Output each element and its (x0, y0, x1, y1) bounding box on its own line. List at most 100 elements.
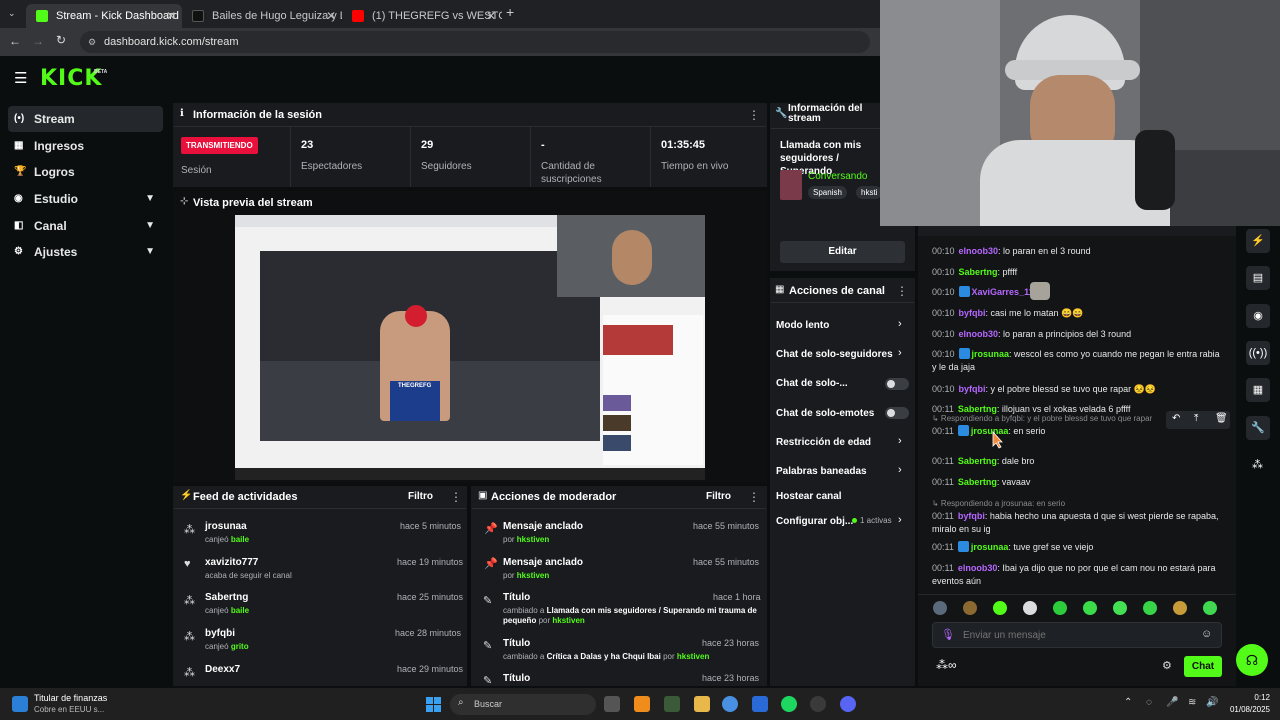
chevron-right-icon[interactable]: › (898, 347, 902, 359)
edit-stream-button[interactable]: Editar (780, 241, 905, 263)
chat-bubble-icon[interactable]: ◉ (1246, 304, 1270, 328)
store-icon[interactable] (752, 696, 768, 712)
chat-input-box[interactable]: 🎙 ☺ (932, 622, 1222, 648)
broadcast-icon[interactable]: ((•)) (1246, 341, 1270, 365)
chat-message[interactable]: 00:10 jrosunaa: wescol es como yo cuando … (932, 348, 1222, 374)
message-username[interactable]: byfqbi (958, 511, 985, 521)
wifi-icon[interactable]: ≋ (1188, 697, 1196, 708)
send-chat-button[interactable]: Chat (1184, 656, 1222, 677)
chat-message[interactable]: 00:10 byfqbi: y el pobre blessd se tuvo q… (932, 383, 1222, 396)
chat-message[interactable]: 00:10XaviGarres_11: (932, 286, 1222, 299)
message-username[interactable]: elnoob30 (958, 563, 998, 573)
feed-item-name[interactable]: Sabertng (205, 592, 248, 603)
emote-icon[interactable] (1143, 601, 1157, 615)
chrome-icon[interactable] (722, 696, 738, 712)
chevron-right-icon[interactable]: › (898, 464, 902, 476)
chat-message[interactable]: 00:11 jrosunaa: tuve gref se ve viejo (932, 541, 1222, 554)
tab-tiktok[interactable]: Bailes de Hugo Leguiza y Luis I ✕ (182, 4, 342, 28)
windows-start-icon[interactable] (426, 697, 442, 713)
close-tab-icon[interactable]: ✕ (326, 4, 336, 28)
emote-icon[interactable] (1023, 601, 1037, 615)
chat-message[interactable]: 00:10 elnoob30: lo paran a principios del… (932, 328, 1222, 341)
chevron-right-icon[interactable]: › (898, 435, 902, 447)
clock-date[interactable]: 01/08/2025 (1222, 705, 1270, 714)
tab-youtube[interactable]: (1) THEGREFG vs WESTCOL | LA ✕ (342, 4, 502, 28)
sidebar-item-estudio[interactable]: ◉ Estudio ▼ (8, 186, 163, 212)
followers-only-item[interactable]: Chat de solo-seguidores (776, 349, 893, 360)
sidebar-item-ajustes[interactable]: ⚙ Ajustes ▼ (8, 239, 163, 265)
reply-icon[interactable]: ↶ (1172, 413, 1180, 424)
obs-icon[interactable] (810, 696, 826, 712)
notes-icon[interactable]: ▤ (1246, 266, 1270, 290)
forward-icon[interactable]: → (32, 34, 44, 48)
emote-icon[interactable] (933, 601, 947, 615)
site-info-icon[interactable]: ⚙ (88, 31, 96, 53)
tab-kick-dashboard[interactable]: Stream - Kick Dashboard ✕ (26, 4, 182, 28)
chat-message[interactable]: 00:11 elnoob30: Ibai ya dijo que no por q… (932, 562, 1222, 588)
message-username[interactable]: byfqbi (959, 384, 986, 394)
configure-goals-item[interactable]: Configurar obj... (776, 516, 853, 527)
reload-icon[interactable]: ↻ (56, 33, 66, 47)
chat-input[interactable] (963, 626, 1183, 644)
session-more-icon[interactable]: ⋮ (748, 108, 760, 122)
mod-by[interactable]: hkstiven (517, 535, 549, 544)
chat-message[interactable]: 00:11 Sabertng: vavaav (932, 476, 1222, 489)
widget-title[interactable]: Titular de finanzas (34, 693, 107, 703)
activity-filter-button[interactable]: Filtro (408, 491, 433, 502)
sidebar-item-stream[interactable]: (•) Stream (8, 106, 163, 132)
url-field[interactable]: ⚙ dashboard.kick.com/stream (80, 31, 870, 53)
microphone-icon[interactable]: 🎙 (941, 628, 955, 641)
message-username[interactable]: elnoob30 (959, 246, 999, 256)
host-channel-item[interactable]: Hostear canal (776, 491, 842, 502)
mod-by[interactable]: hkstiven (552, 616, 584, 625)
spotify-icon[interactable] (781, 696, 797, 712)
kick-points-icon[interactable]: ⁂∞ (936, 658, 957, 672)
tray-chevron-icon[interactable]: ⌃ (1124, 697, 1132, 708)
message-username[interactable]: byfqbi (959, 308, 986, 318)
quick-action-icon[interactable]: ⚡ (1246, 229, 1270, 253)
feed-item-name[interactable]: jrosunaa (205, 521, 247, 532)
category-link[interactable]: Conversando (808, 171, 867, 182)
mod-by[interactable]: hkstiven (677, 652, 709, 661)
support-headset-icon[interactable]: ☊ (1236, 644, 1268, 676)
message-username[interactable]: jrosunaa (971, 542, 1009, 552)
chevron-right-icon[interactable]: › (898, 514, 902, 526)
taskbar-search-box[interactable]: ⌕ Buscar (450, 694, 596, 715)
subs-only-toggle[interactable] (885, 378, 909, 390)
emote-icon[interactable] (1113, 601, 1127, 615)
feed-item-name[interactable]: xavizito777 (205, 557, 258, 568)
mod-more-icon[interactable]: ⋮ (748, 490, 760, 504)
emotes-only-toggle[interactable] (885, 407, 909, 419)
file-explorer-icon[interactable] (694, 696, 710, 712)
chat-settings-icon[interactable]: ⚙ (1162, 659, 1172, 672)
tray-mic-icon[interactable]: 🎤 (1166, 697, 1178, 708)
banned-words-item[interactable]: Palabras baneadas (776, 466, 867, 477)
mod-filter-button[interactable]: Filtro (706, 491, 731, 502)
channel-actions-more-icon[interactable]: ⋮ (896, 284, 908, 298)
sidebar-item-ingresos[interactable]: ▦ Ingresos (8, 133, 163, 159)
volume-icon[interactable]: 🔊 (1206, 697, 1218, 708)
emote-icon[interactable] (993, 601, 1007, 615)
chat-message[interactable]: 00:10 Sabertng: pffff (932, 266, 1222, 279)
message-username[interactable]: Sabertng (959, 267, 998, 277)
discord-icon[interactable] (840, 696, 856, 712)
vlc-icon[interactable] (634, 696, 650, 712)
back-icon[interactable]: ← (9, 34, 21, 48)
close-tab-icon[interactable]: ✕ (486, 4, 496, 28)
emote-icon[interactable] (963, 601, 977, 615)
reply-context[interactable]: ↳ Respondiendo a jrosunaa: en serio (932, 497, 1222, 510)
tab-search-icon[interactable]: ⌄ (8, 8, 16, 19)
new-tab-icon[interactable]: + (506, 4, 514, 20)
chat-message[interactable]: 00:11 Sabertng: dale bro (932, 455, 1222, 468)
delete-icon[interactable]: 🗑 (1215, 413, 1228, 424)
activity-more-icon[interactable]: ⋮ (450, 490, 462, 504)
community-icon[interactable]: ⁂ (1252, 458, 1263, 471)
feed-item-name[interactable]: Deexx7 (205, 664, 240, 675)
app-icon[interactable] (664, 696, 680, 712)
sidebar-item-canal[interactable]: ◧ Canal ▼ (8, 213, 163, 239)
chat-message[interactable]: 00:11 byfqbi: habia hecho una apuesta d q… (932, 510, 1222, 536)
emote-icon[interactable] (1083, 601, 1097, 615)
message-username[interactable]: jrosunaa (972, 349, 1010, 359)
wrench-icon[interactable]: 🔧 (1246, 416, 1270, 440)
stream-preview-video[interactable]: THEGREFG (235, 215, 705, 480)
